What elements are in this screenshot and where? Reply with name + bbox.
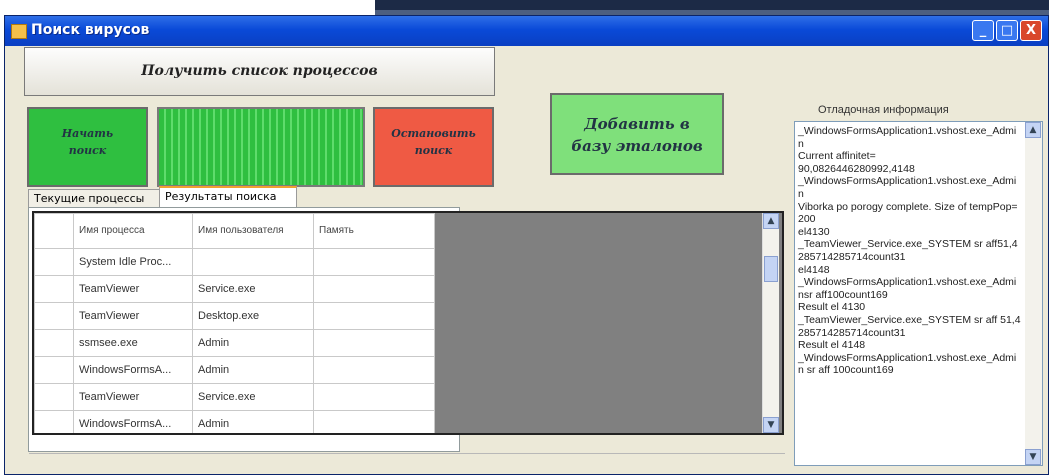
row-header[interactable] xyxy=(34,248,74,276)
divider xyxy=(29,453,785,454)
add-to-reference-db-label: Добавить в базу эталонов xyxy=(571,115,703,155)
cell-user-name[interactable]: Admin xyxy=(192,329,314,357)
row-header[interactable] xyxy=(34,275,74,303)
minimize-button[interactable]: _ xyxy=(972,20,994,41)
add-to-reference-db-button[interactable]: Добавить в базу эталонов xyxy=(550,93,724,175)
cell-process-name[interactable]: ssmsee.exe xyxy=(73,329,193,357)
tab-search-results[interactable]: Результаты поиска xyxy=(159,186,297,209)
search-progress-bar xyxy=(157,107,365,187)
row-header-corner xyxy=(34,213,74,249)
process-table: Имя процесса Имя пользователя Память Sys… xyxy=(34,213,435,433)
debug-vertical-scrollbar[interactable]: ▲ ▼ xyxy=(1025,122,1042,465)
cell-user-name[interactable]: Admin xyxy=(192,356,314,384)
scroll-thumb[interactable] xyxy=(764,256,778,282)
cell-user-name[interactable]: Admin xyxy=(192,410,314,433)
table-row[interactable]: WindowsFormsA... Admin xyxy=(34,410,435,433)
process-grid: Имя процесса Имя пользователя Память Sys… xyxy=(32,211,784,435)
close-button[interactable]: X xyxy=(1020,20,1042,41)
table-row[interactable]: TeamViewer Desktop.exe xyxy=(34,302,435,330)
column-header-user-name[interactable]: Имя пользователя xyxy=(192,213,314,249)
scroll-up-arrow-icon[interactable]: ▲ xyxy=(1025,122,1041,138)
cell-user-name[interactable]: Desktop.exe xyxy=(192,302,314,330)
row-header[interactable] xyxy=(34,302,74,330)
debug-info-textbox[interactable]: _WindowsFormsApplication1.vshost.exe_Adm… xyxy=(794,121,1043,466)
cell-process-name[interactable]: TeamViewer xyxy=(73,275,193,303)
grid-vertical-scrollbar[interactable]: ▲ ▼ xyxy=(762,213,779,433)
cell-user-name[interactable] xyxy=(192,248,314,276)
scroll-down-arrow-icon[interactable]: ▼ xyxy=(763,417,779,433)
maximize-button[interactable]: □ xyxy=(996,20,1018,41)
row-header[interactable] xyxy=(34,383,74,411)
cell-user-name[interactable]: Service.exe xyxy=(192,275,314,303)
start-search-label: Начать поиск xyxy=(61,127,114,157)
cell-process-name[interactable]: WindowsFormsA... xyxy=(73,410,193,433)
column-header-process-name[interactable]: Имя процесса xyxy=(73,213,193,249)
title-bar: Поиск вирусов _ □ X xyxy=(5,16,1048,46)
table-row[interactable]: System Idle Proc... xyxy=(34,248,435,276)
scroll-down-arrow-icon[interactable]: ▼ xyxy=(1025,449,1041,465)
cell-user-name[interactable]: Service.exe xyxy=(192,383,314,411)
tab-current-processes[interactable]: Текущие процессы xyxy=(28,189,160,208)
table-row[interactable]: TeamViewer Service.exe xyxy=(34,275,435,303)
cell-process-name[interactable]: WindowsFormsA... xyxy=(73,356,193,384)
cell-process-name[interactable]: TeamViewer xyxy=(73,383,193,411)
scroll-up-arrow-icon[interactable]: ▲ xyxy=(763,213,779,229)
row-header[interactable] xyxy=(34,329,74,357)
start-search-button[interactable]: Начать поиск xyxy=(27,107,148,187)
table-header-row: Имя процесса Имя пользователя Память xyxy=(34,213,435,249)
cell-memory[interactable] xyxy=(313,383,435,411)
cell-memory[interactable] xyxy=(313,329,435,357)
stop-search-label: Остановить поиск xyxy=(391,127,476,157)
cell-memory[interactable] xyxy=(313,410,435,433)
debug-info-label: Отладочная информация xyxy=(818,104,949,116)
stop-search-button[interactable]: Остановить поиск xyxy=(373,107,494,187)
cell-process-name[interactable]: TeamViewer xyxy=(73,302,193,330)
window-title: Поиск вирусов xyxy=(31,22,150,38)
cell-memory[interactable] xyxy=(313,275,435,303)
debug-info-text[interactable]: _WindowsFormsApplication1.vshost.exe_Adm… xyxy=(798,125,1022,377)
table-row[interactable]: TeamViewer Service.exe xyxy=(34,383,435,411)
row-header[interactable] xyxy=(34,410,74,433)
table-row[interactable]: ssmsee.exe Admin xyxy=(34,329,435,357)
table-row[interactable]: WindowsFormsA... Admin xyxy=(34,356,435,384)
background-dark-band xyxy=(375,0,1049,10)
cell-memory[interactable] xyxy=(313,302,435,330)
get-processes-button[interactable]: Получить список процессов xyxy=(24,47,495,96)
cell-memory[interactable] xyxy=(313,356,435,384)
cell-memory[interactable] xyxy=(313,248,435,276)
app-icon xyxy=(11,24,27,39)
cell-process-name[interactable]: System Idle Proc... xyxy=(73,248,193,276)
column-header-memory[interactable]: Память xyxy=(313,213,435,249)
row-header[interactable] xyxy=(34,356,74,384)
